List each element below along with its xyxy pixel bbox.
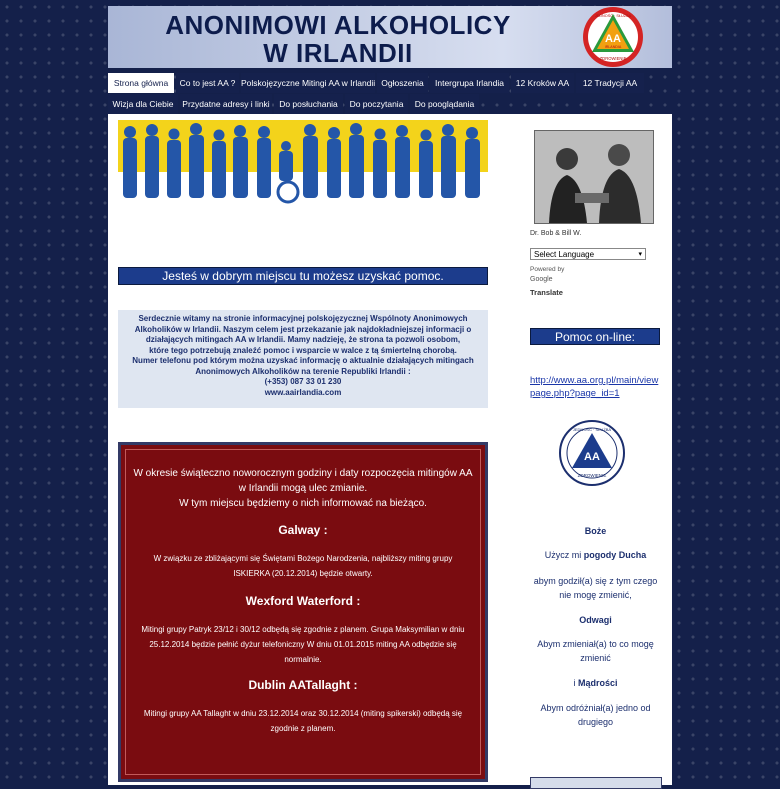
powered-by-label: Powered by xyxy=(530,266,565,273)
prayer-line: Abym zmieniał(a) to co mogę xyxy=(537,639,654,649)
dublin-text: zgodnie z planem. xyxy=(270,724,336,733)
prayer-line: abym godził(a) się z tym czego xyxy=(533,576,658,586)
nav-polish-meetings[interactable]: Polskojęzyczne Mitingi AA w Irlandii xyxy=(241,73,375,93)
nav-12-steps[interactable]: 12 Kroków AA xyxy=(511,73,574,93)
google-logo[interactable]: Google xyxy=(530,276,553,283)
logo-bottom-text: ZDROWIENIE xyxy=(600,56,627,61)
photo-caption: Dr. Bob & Bill W. xyxy=(530,230,582,237)
prayer-line: nie mogę zmienić, xyxy=(559,590,632,600)
site-title-line2: W IRLANDII xyxy=(263,38,413,68)
sidebar: Dr. Bob & Bill W. Select Language ▾ Powe… xyxy=(528,114,663,789)
website-link[interactable]: www.aairlandia.com xyxy=(118,388,488,399)
prayer-line: Boże xyxy=(584,526,607,536)
logo-center-text: AA xyxy=(605,33,621,45)
prayer-line: Odwagi xyxy=(579,615,612,625)
intro-line: Alkoholików w Irlandii. Naszym celem jes… xyxy=(134,324,472,334)
nav-to-watch[interactable]: Do pooglądania xyxy=(410,94,479,114)
nav-useful-links[interactable]: Przydatne adresy i linki xyxy=(180,94,272,114)
language-select[interactable]: Select Language ▾ xyxy=(530,248,646,260)
nav-home[interactable]: Strona główna xyxy=(108,73,174,93)
intro-line: Numer telefonu pod którym można uzyskać … xyxy=(132,356,474,365)
galway-text: ISKIERKA (20.12.2014) będzie otwarty. xyxy=(233,569,373,578)
welcome-banner: Jesteś w dobrym miejscu tu możesz uzyska… xyxy=(118,267,488,285)
people-silhouettes-banner xyxy=(118,120,488,208)
nav-what-is-aa[interactable]: Co to jest AA ? xyxy=(176,73,239,93)
page-container: ANONIMOWI ALKOHOLICY W IRLANDII AA IRLAN… xyxy=(108,6,672,789)
nav-to-read[interactable]: Do poczytania xyxy=(345,94,408,114)
nav-intergroup[interactable]: Intergrupa Irlandia xyxy=(430,73,509,93)
intro-line: które tego potrzebują znaleźć pomoc i ws… xyxy=(149,345,457,355)
wexford-heading: Wexford Waterford : xyxy=(245,594,361,608)
galway-heading: Galway : xyxy=(278,523,328,537)
prayer-emphasis: pogody Ducha xyxy=(583,550,647,560)
dublin-text: Mitingi grupy AA Tallaght w dniu 23.12.2… xyxy=(143,709,463,718)
prayer-line: drugiego xyxy=(577,717,614,727)
chevron-down-icon: ▾ xyxy=(638,251,642,258)
intro-box: Serdecznie witamy na stronie informacyjn… xyxy=(118,310,488,408)
holiday-notice-box: W okresie świąteczno noworocznym godziny… xyxy=(118,442,488,782)
logo2-center-text: AA xyxy=(584,451,600,463)
prayer-line: Abym odróżniał(a) jedno od xyxy=(540,703,651,713)
galway-text: W związku ze zbliżającymi się Świętami B… xyxy=(153,554,453,563)
prayer-text: Użycz mi xyxy=(544,550,584,560)
holiday-notice-inner: W okresie świąteczno noworocznym godziny… xyxy=(125,449,481,775)
nav-12-traditions[interactable]: 12 Tradycji AA xyxy=(576,73,644,93)
language-select-value: Select Language xyxy=(534,250,595,259)
dublin-heading: Dublin AATallaght : xyxy=(248,678,358,692)
wexford-text: 25.12.2014 będzie pełnić dyżur telefonic… xyxy=(149,640,457,649)
logo2-top-text: JEDNOŚĆ · SŁUŻBA xyxy=(573,427,612,432)
intro-line: Anonimowych Alkoholików na terenie Repub… xyxy=(195,366,411,376)
logo-sub-text: IRLANDIA xyxy=(605,45,622,49)
aa-service-logo: AA ZDROWIENIE JEDNOŚĆ · SŁUŻBA xyxy=(559,420,625,486)
nav-vision[interactable]: Wizja dla Ciebie xyxy=(108,94,178,114)
aa-logo[interactable]: AA IRLANDIA ZDROWIENIE JEDNOŚĆ · SŁUŻBA xyxy=(582,6,644,68)
nav-to-listen[interactable]: Do posłuchania xyxy=(274,94,343,114)
logo2-bottom-text: ZDROWIENIE xyxy=(578,473,607,478)
wexford-text: normalnie. xyxy=(284,655,322,664)
sidebar-next-box xyxy=(530,777,662,789)
header: ANONIMOWI ALKOHOLICY W IRLANDII AA IRLAN… xyxy=(108,6,672,68)
intro-line: Serdecznie witamy na stronie informacyjn… xyxy=(138,314,468,323)
wexford-text: Mitingi grupy Patryk 23/12 i 30/12 odbęd… xyxy=(141,625,465,634)
prayer-line: zmienić xyxy=(580,653,611,663)
prayer-line: i Mądrości xyxy=(528,676,663,690)
online-help-link[interactable]: http://www.aa.org.pl/main/viewpage.php?p… xyxy=(530,374,662,400)
notice-intro-line: W okresie świąteczno noworocznym godziny… xyxy=(133,468,473,479)
notice-intro-line: W tym miejscu będziemy o nich informować… xyxy=(179,498,427,509)
content-area: Jesteś w dobrym miejscu tu możesz uzyska… xyxy=(108,114,672,789)
phone-number: (+353) 087 33 01 230 xyxy=(264,377,342,386)
founders-photo xyxy=(534,130,654,224)
translate-label: Translate xyxy=(530,288,563,297)
logo-top-text: JEDNOŚĆ · SŁUŻBA xyxy=(595,13,632,18)
nav-announcements[interactable]: Ogłoszenia xyxy=(377,73,428,93)
prayer-line: Użycz mi pogody Ducha xyxy=(528,548,663,562)
site-title-line1: ANONIMOWI ALKOHOLICY xyxy=(165,10,511,40)
notice-intro-line: w Irlandii mogą ulec zmianie. xyxy=(238,483,368,494)
online-help-banner: Pomoc on-line: xyxy=(530,328,660,345)
intro-line: działających mitingach AA w Irlandii. Ma… xyxy=(145,335,461,344)
prayer-emphasis: Mądrości xyxy=(577,678,618,688)
